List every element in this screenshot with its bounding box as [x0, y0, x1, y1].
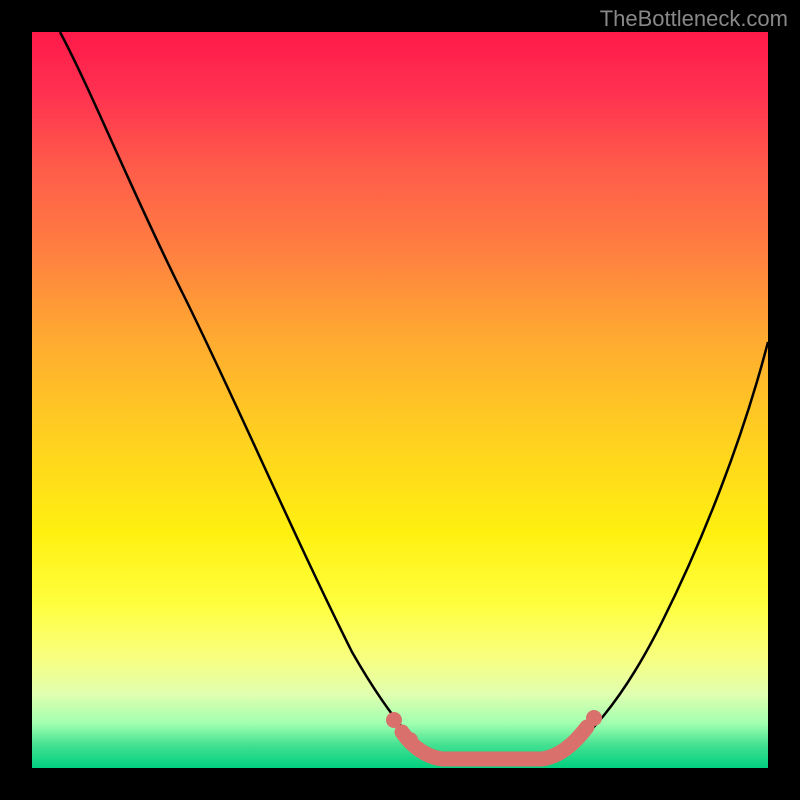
chart-plot-area — [32, 32, 768, 768]
chart-svg — [32, 32, 768, 768]
highlight-dot — [586, 710, 602, 726]
highlight-dot — [386, 712, 402, 728]
highlight-segment — [402, 727, 587, 759]
highlight-dot — [402, 732, 418, 748]
right-curve-path — [552, 342, 768, 760]
left-curve-path — [60, 32, 437, 760]
watermark-text: TheBottleneck.com — [600, 6, 788, 32]
